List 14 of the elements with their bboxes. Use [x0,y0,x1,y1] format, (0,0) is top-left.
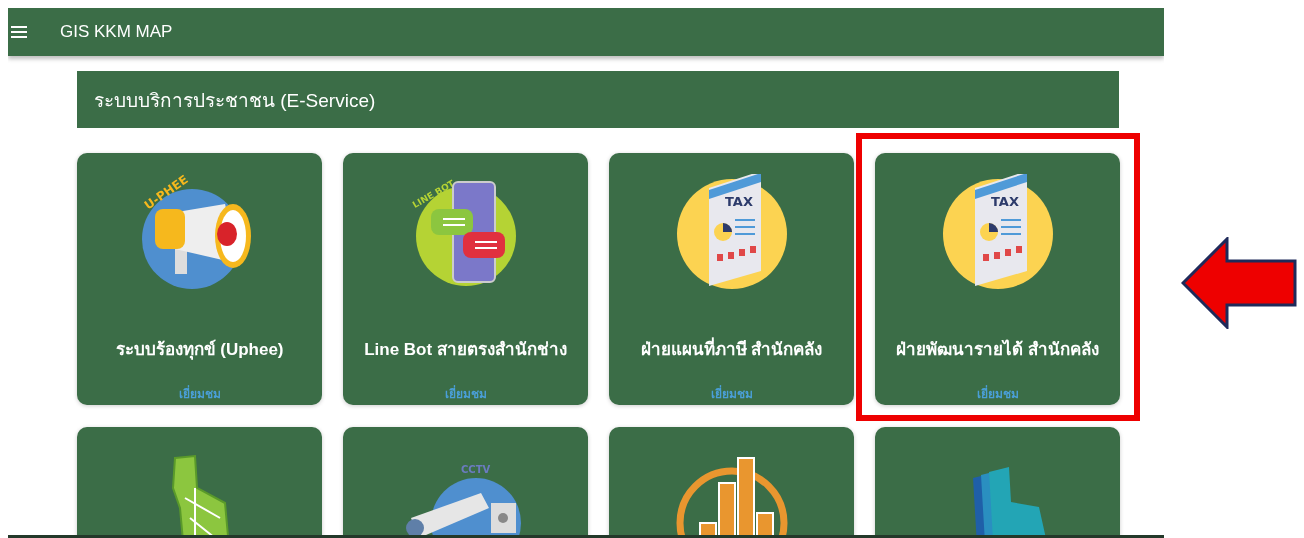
visit-link[interactable]: เยี่ยมชม [710,384,753,403]
visit-link[interactable]: เยี่ยมชม [444,384,487,403]
service-card[interactable]: TAX ฝ่ายแผนที่ภาษี สำนักคลัง เยี่ยมชม [609,153,854,405]
service-card[interactable]: TAX ฝ่ายพัฒนารายได้ สำนักคลัง เยี่ยมชม [875,153,1120,405]
card-title: ฝ่ายแผนที่ภาษี สำนักคลัง [640,335,823,362]
visit-link[interactable]: เยี่ยมชม [178,384,221,403]
card-title: ระบบร้องทุกข์ (Uphee) [115,338,284,362]
section-title: ระบบบริการประชาชน (E-Service) [94,88,376,113]
card-title: ฝ่ายพัฒนารายได้ สำนักคลัง [896,338,1099,361]
visit-link[interactable]: เยี่ยมชม [976,384,1019,403]
service-card[interactable]: CCTV [343,427,588,538]
menu-icon[interactable] [11,26,27,38]
app-title: GIS KKM MAP [60,22,173,42]
card-title: Line Bot สายตรงสำนักช่าง [364,339,567,361]
